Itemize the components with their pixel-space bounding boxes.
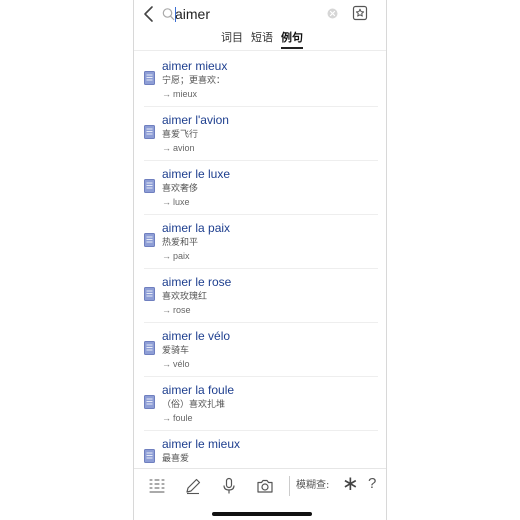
bookmark-star-icon[interactable]	[352, 5, 368, 21]
reference-link[interactable]: → avion	[162, 142, 195, 154]
pen-icon[interactable]	[184, 477, 202, 495]
example-headword: aimer mieux	[162, 59, 228, 73]
divider	[144, 322, 378, 323]
results-list: aimer mieux 宁愿；更喜欢： → mieux aimer l'avion…	[134, 55, 386, 468]
book-icon	[144, 341, 155, 355]
divider	[144, 376, 378, 377]
reference-link[interactable]: → mieux	[162, 88, 197, 100]
active-tab-indicator	[281, 47, 303, 49]
arrow-right-icon: →	[162, 197, 171, 207]
reference-word: foule	[173, 413, 193, 423]
example-meaning: 喜欢奢侈	[162, 184, 199, 194]
example-headword: aimer le vélo	[162, 329, 231, 343]
search-query-text: aimer	[175, 6, 211, 22]
wildcard-question-button[interactable]: ?	[368, 475, 376, 493]
reference-link[interactable]: → paix	[162, 250, 190, 262]
reference-word: paix	[173, 251, 190, 261]
example-headword: aimer le rose	[162, 275, 232, 289]
divider	[144, 160, 378, 161]
divider	[134, 50, 386, 51]
arrow-right-icon: →	[162, 143, 171, 153]
list-item[interactable]: aimer le vélo 爱骑车 → vélo	[134, 325, 386, 379]
arrow-right-icon: →	[162, 413, 171, 423]
example-headword: aimer l'avion	[162, 113, 229, 127]
tab-examples[interactable]: 例句	[281, 31, 303, 45]
book-icon	[144, 233, 155, 247]
example-meaning: 最喜爱	[162, 454, 190, 464]
list-item[interactable]: aimer l'avion 喜爱飞行 → avion	[134, 109, 386, 163]
search-icon	[162, 8, 175, 21]
list-item[interactable]: aimer le luxe 喜欢奢侈 → luxe	[134, 163, 386, 217]
divider	[144, 430, 378, 431]
example-meaning: 喜爱飞行	[162, 130, 199, 140]
result-tabs: 词目 短语 例句	[134, 28, 386, 50]
reference-word: vélo	[173, 359, 190, 369]
book-icon	[144, 287, 155, 301]
arrow-right-icon: →	[162, 89, 171, 99]
divider	[144, 214, 378, 215]
example-headword: aimer le mieux	[162, 437, 241, 451]
list-item[interactable]: aimer la foule （俗）喜欢扎堆 → foule	[134, 379, 386, 433]
microphone-icon[interactable]	[220, 477, 238, 495]
reference-word: mieux	[173, 89, 198, 99]
reference-word: rose	[173, 305, 191, 315]
tab-phrases[interactable]: 短语	[251, 31, 273, 45]
arrow-right-icon: →	[162, 359, 171, 369]
reference-link[interactable]: → rose	[162, 304, 191, 316]
wildcard-asterisk-button[interactable]: ∗	[342, 473, 359, 495]
example-meaning: 热爱和平	[162, 238, 199, 248]
reference-word: avion	[173, 143, 195, 153]
arrow-right-icon: →	[162, 305, 171, 315]
reference-link[interactable]: → vélo	[162, 358, 190, 370]
list-item[interactable]: aimer le rose 喜欢玫瑰红 → rose	[134, 271, 386, 325]
input-toolbar: 模糊查: ∗ ?	[134, 468, 386, 504]
tab-headwords[interactable]: 词目	[221, 31, 243, 45]
reference-link[interactable]: → luxe	[162, 196, 190, 208]
example-meaning: （俗）喜欢扎堆	[162, 400, 226, 410]
example-meaning: 宁愿；更喜欢：	[162, 76, 226, 86]
list-item[interactable]: aimer la paix 热爱和平 → paix	[134, 217, 386, 271]
book-icon	[144, 125, 155, 139]
handwriting-grid-icon[interactable]	[148, 477, 166, 495]
example-meaning: 喜欢玫瑰红	[162, 292, 208, 302]
book-icon	[144, 179, 155, 193]
back-chevron-icon[interactable]	[142, 5, 156, 23]
book-icon	[144, 395, 155, 409]
divider	[144, 268, 378, 269]
camera-icon[interactable]	[256, 477, 274, 495]
app-screen: aimer 词目 短语 例句 aimer mieux 宁愿；更喜欢： → mieu…	[133, 0, 387, 520]
example-meaning: 爱骑车	[162, 346, 190, 356]
arrow-right-icon: →	[162, 251, 171, 261]
list-item[interactable]: aimer le mieux 最喜爱	[134, 433, 386, 468]
list-item[interactable]: aimer mieux 宁愿；更喜欢： → mieux	[134, 55, 386, 109]
book-icon	[144, 71, 155, 85]
divider	[289, 476, 290, 496]
book-icon	[144, 449, 155, 463]
search-input[interactable]: aimer	[162, 6, 348, 24]
clear-icon[interactable]	[327, 8, 338, 19]
example-headword: aimer le luxe	[162, 167, 231, 181]
fuzzy-search-label: 模糊查:	[296, 480, 330, 491]
reference-word: luxe	[173, 197, 190, 207]
example-headword: aimer la foule	[162, 383, 235, 397]
search-bar: aimer	[134, 0, 386, 28]
example-headword: aimer la paix	[162, 221, 231, 235]
divider	[144, 106, 378, 107]
home-indicator	[212, 512, 312, 516]
reference-link[interactable]: → foule	[162, 412, 193, 424]
